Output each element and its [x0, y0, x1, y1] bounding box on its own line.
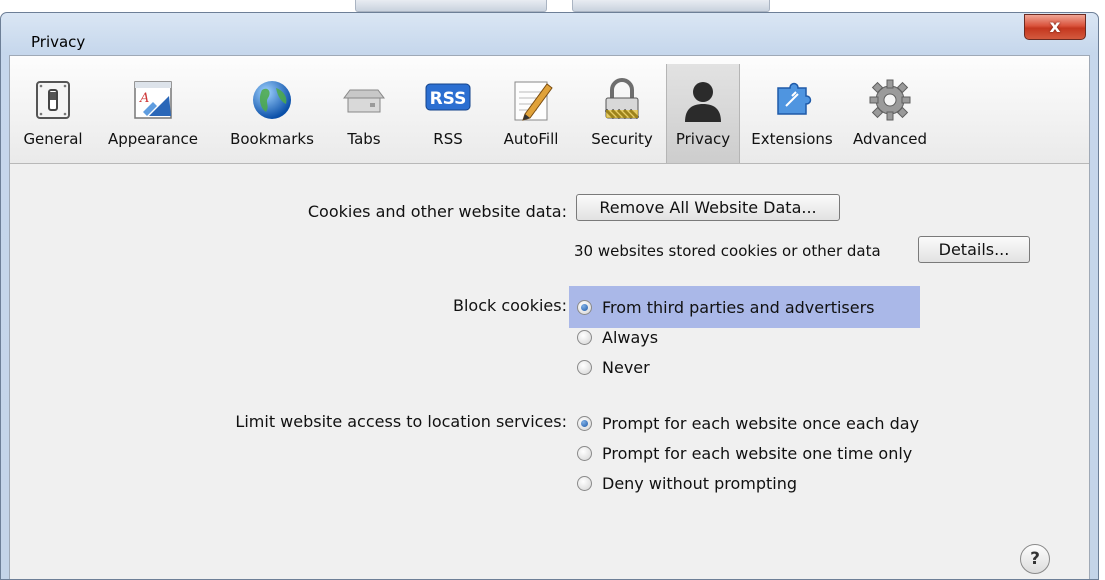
radio-button[interactable] [577, 299, 592, 315]
radio-button[interactable] [577, 329, 592, 345]
background-browser-tab [355, 0, 547, 12]
tab-label: Extensions [751, 130, 833, 148]
radio-label: Prompt for each website one time only [602, 443, 913, 463]
tab-label: Tabs [347, 130, 381, 148]
tab-label: RSS [433, 130, 463, 148]
radio-button[interactable] [577, 445, 592, 461]
radio-label: Prompt for each website once each day [602, 413, 920, 433]
tab-advanced[interactable]: Advanced [842, 68, 938, 162]
background-browser-tab [572, 0, 770, 12]
preferences-content: General A Appearance Bookmarks Tabs RSS … [9, 55, 1090, 579]
radio-button[interactable] [577, 359, 592, 375]
block-cookies-option-never[interactable]: Never [577, 354, 650, 380]
radio-label: Always [602, 327, 659, 347]
rss-icon-text: RSS [430, 89, 467, 109]
tab-extensions[interactable]: Extensions [746, 68, 838, 162]
stored-cookies-text: 30 websites stored cookies or other data [574, 242, 881, 260]
radio-label: From third parties and advertisers [602, 297, 875, 317]
location-option-one-time-only[interactable]: Prompt for each website one time only [577, 440, 912, 466]
close-button[interactable]: x [1024, 14, 1086, 40]
preferences-toolbar: General A Appearance Bookmarks Tabs RSS … [10, 56, 1089, 164]
details-button[interactable]: Details... [918, 236, 1030, 263]
person-silhouette-icon [685, 82, 721, 122]
globe-icon [253, 81, 291, 119]
tab-appearance[interactable]: A Appearance [94, 68, 212, 162]
tab-privacy[interactable]: Privacy [666, 64, 740, 163]
gear-icon [869, 79, 911, 121]
puzzle-icon [777, 82, 812, 115]
help-icon: ? [1030, 549, 1040, 569]
location-option-once-each-day[interactable]: Prompt for each website once each day [577, 410, 919, 436]
switch-icon [36, 81, 70, 119]
tab-label: Privacy [675, 130, 731, 148]
block-cookies-option-always[interactable]: Always [577, 324, 658, 350]
location-services-label: Limit website access to location service… [235, 412, 567, 431]
radio-button[interactable] [577, 415, 592, 431]
title-bar[interactable]: Privacy x [1, 13, 1098, 55]
radio-label: Deny without prompting [602, 473, 798, 493]
tab-label: Advanced [852, 130, 928, 148]
block-cookies-label: Block cookies: [452, 296, 567, 315]
autofill-pencil-icon [514, 81, 553, 121]
window-title: Privacy [31, 33, 86, 51]
tab-label: Bookmarks [230, 130, 314, 148]
tab-autofill[interactable]: AutoFill [490, 68, 572, 162]
tab-tabs[interactable]: Tabs [332, 68, 396, 162]
close-icon: x [1049, 17, 1061, 37]
tab-bookmarks[interactable]: Bookmarks [216, 68, 328, 162]
tabs-icon [343, 89, 385, 113]
radio-label: Never [602, 357, 650, 377]
cookies-label: Cookies and other website data: [307, 202, 567, 221]
tab-rss[interactable]: RSS RSS [418, 68, 478, 162]
help-button[interactable]: ? [1020, 544, 1050, 574]
appearance-icon: A [134, 81, 172, 119]
block-cookies-option-third-parties[interactable]: From third parties and advertisers [577, 294, 875, 320]
tab-general[interactable]: General [16, 68, 90, 162]
tab-security[interactable]: Security [584, 68, 660, 162]
remove-all-website-data-button[interactable]: Remove All Website Data... [576, 194, 840, 221]
tab-label: Security [591, 130, 653, 148]
radio-button[interactable] [577, 475, 592, 491]
tab-label: Appearance [107, 130, 199, 148]
rss-icon: RSS [425, 83, 471, 111]
privacy-preferences-window: Privacy x General A Appearance Bookmarks… [0, 12, 1099, 580]
lock-icon [604, 78, 640, 120]
location-option-deny[interactable]: Deny without prompting [577, 470, 797, 496]
svg-text:A: A [139, 91, 149, 106]
tab-label: AutoFill [503, 130, 559, 148]
tab-label: General [23, 130, 83, 148]
